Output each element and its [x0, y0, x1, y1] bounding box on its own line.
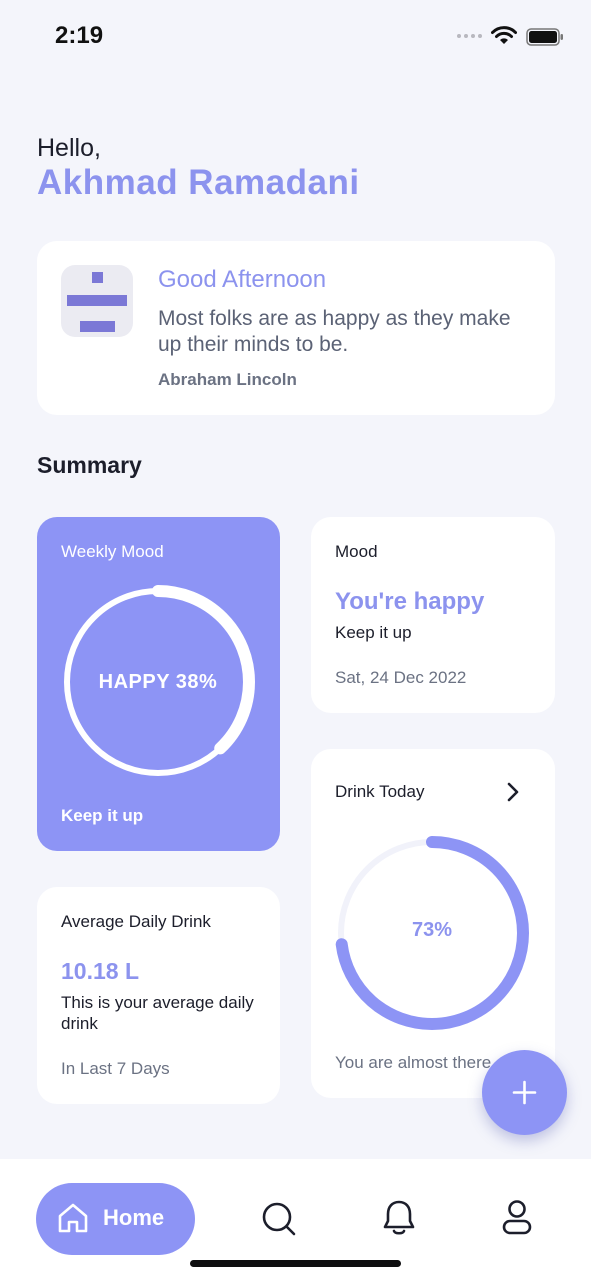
bottom-nav: Home [0, 1159, 591, 1280]
quote-greeting: Good Afternoon [158, 266, 327, 293]
average-drink-description: This is your average daily drink [61, 993, 254, 1033]
search-icon[interactable] [261, 1201, 297, 1237]
chevron-right-icon[interactable] [505, 782, 521, 802]
nav-item-home-label: Home [103, 1205, 165, 1230]
mood-card[interactable]: Mood You're happy Keep it up Sat, 24 Dec… [311, 517, 555, 713]
mood-date: Sat, 24 Dec 2022 [335, 668, 467, 687]
greeting-text: Hello, [37, 134, 101, 162]
user-name: Akhmad Ramadani [37, 163, 360, 202]
drink-today-label: Drink Today [335, 782, 425, 801]
profile-icon[interactable] [500, 1199, 534, 1237]
drink-today-percentage: 73% [411, 919, 453, 941]
mood-value: You're happy [335, 588, 485, 615]
mood-subtext: Keep it up [335, 623, 412, 642]
quote-author: Abraham Lincoln [158, 370, 297, 389]
quote-glyph-icon [61, 265, 133, 337]
average-drink-label: Average Daily Drink [61, 912, 211, 931]
weekly-mood-percentage: HAPPY 38% [98, 671, 218, 693]
battery-icon [526, 28, 563, 46]
drink-today-footer: You are almost there [335, 1053, 492, 1072]
nav-item-home[interactable]: Home [36, 1183, 195, 1255]
bell-icon[interactable] [381, 1199, 417, 1237]
quote-card[interactable]: Good Afternoon Most folks are as happy a… [37, 241, 555, 415]
section-title-summary: Summary [37, 452, 142, 478]
plus-icon [512, 1080, 537, 1105]
status-bar: 2:19 [0, 0, 591, 76]
home-indicator [190, 1260, 401, 1267]
signal-dots-icon [457, 34, 482, 38]
wifi-icon [491, 26, 517, 44]
quote-text: Most folks are as happy as they make up … [158, 307, 511, 356]
weekly-mood-footer: Keep it up [61, 806, 144, 825]
drink-today-card[interactable]: Drink Today 73% You are almost there [311, 749, 555, 1098]
mood-label: Mood [335, 542, 378, 561]
average-drink-card[interactable]: Average Daily Drink 10.18 L This is your… [37, 887, 280, 1104]
average-drink-value: 10.18 L [61, 958, 139, 984]
status-time: 2:19 [55, 22, 104, 49]
weekly-mood-label: Weekly Mood [61, 542, 164, 561]
add-button[interactable] [482, 1050, 567, 1135]
weekly-mood-card[interactable]: Weekly Mood HAPPY 38% Keep it up [37, 517, 280, 851]
average-drink-period: In Last 7 Days [61, 1059, 170, 1078]
home-icon [58, 1203, 88, 1233]
